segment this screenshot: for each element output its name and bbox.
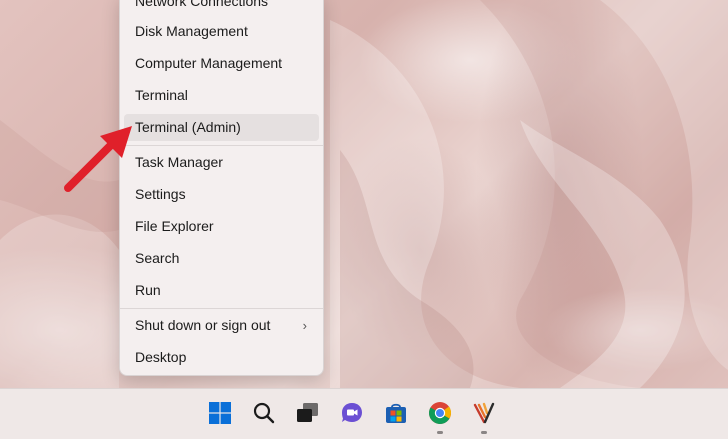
menu-item-label: Network Connections (135, 0, 269, 9)
menu-item-label: File Explorer (135, 218, 214, 234)
menu-separator (120, 308, 323, 309)
menu-item-terminal-admin[interactable]: Terminal (Admin) (124, 114, 319, 141)
teams-chat-icon[interactable] (340, 401, 364, 425)
menu-item-label: Task Manager (135, 154, 223, 170)
menu-item-label: Computer Management (135, 55, 283, 71)
menu-item-settings[interactable]: Settings (124, 181, 319, 208)
menu-item-label: Search (135, 250, 180, 266)
taskbar (0, 388, 728, 439)
chrome-icon[interactable] (428, 401, 452, 425)
menu-item-task-manager[interactable]: Task Manager (124, 149, 319, 176)
menu-item-label: Disk Management (135, 23, 248, 39)
windows-start-icon[interactable] (208, 401, 232, 425)
menu-item-terminal[interactable]: Terminal (124, 82, 319, 109)
menu-item-search[interactable]: Search (124, 245, 319, 272)
menu-item-label: Desktop (135, 349, 187, 365)
menu-item-disk-management[interactable]: Disk Management (124, 18, 319, 45)
microsoft-store-icon[interactable] (384, 401, 408, 425)
menu-item-label: Settings (135, 186, 186, 202)
menu-item-run[interactable]: Run (124, 277, 319, 304)
running-indicator (437, 431, 443, 434)
menu-item-network-connections[interactable]: Network Connections (124, 0, 319, 15)
search-icon[interactable] (252, 401, 276, 425)
chevron-right-icon: › (302, 318, 307, 333)
menu-item-computer-management[interactable]: Computer Management (124, 50, 319, 77)
running-indicator (481, 431, 487, 434)
task-view-icon[interactable] (296, 401, 320, 425)
menu-item-shut-down-or-sign-out[interactable]: Shut down or sign out › (124, 312, 319, 339)
menu-item-label: Run (135, 282, 161, 298)
menu-item-label: Terminal (135, 87, 188, 103)
app-icon[interactable] (472, 401, 496, 425)
menu-separator (120, 145, 323, 146)
menu-item-label: Terminal (Admin) (135, 119, 241, 135)
menu-item-desktop[interactable]: Desktop (124, 344, 319, 371)
menu-item-label: Shut down or sign out (135, 317, 271, 333)
menu-item-file-explorer[interactable]: File Explorer (124, 213, 319, 240)
red-arrow-annotation (64, 126, 132, 192)
quick-link-menu: Network Connections Disk Management Comp… (119, 0, 324, 376)
